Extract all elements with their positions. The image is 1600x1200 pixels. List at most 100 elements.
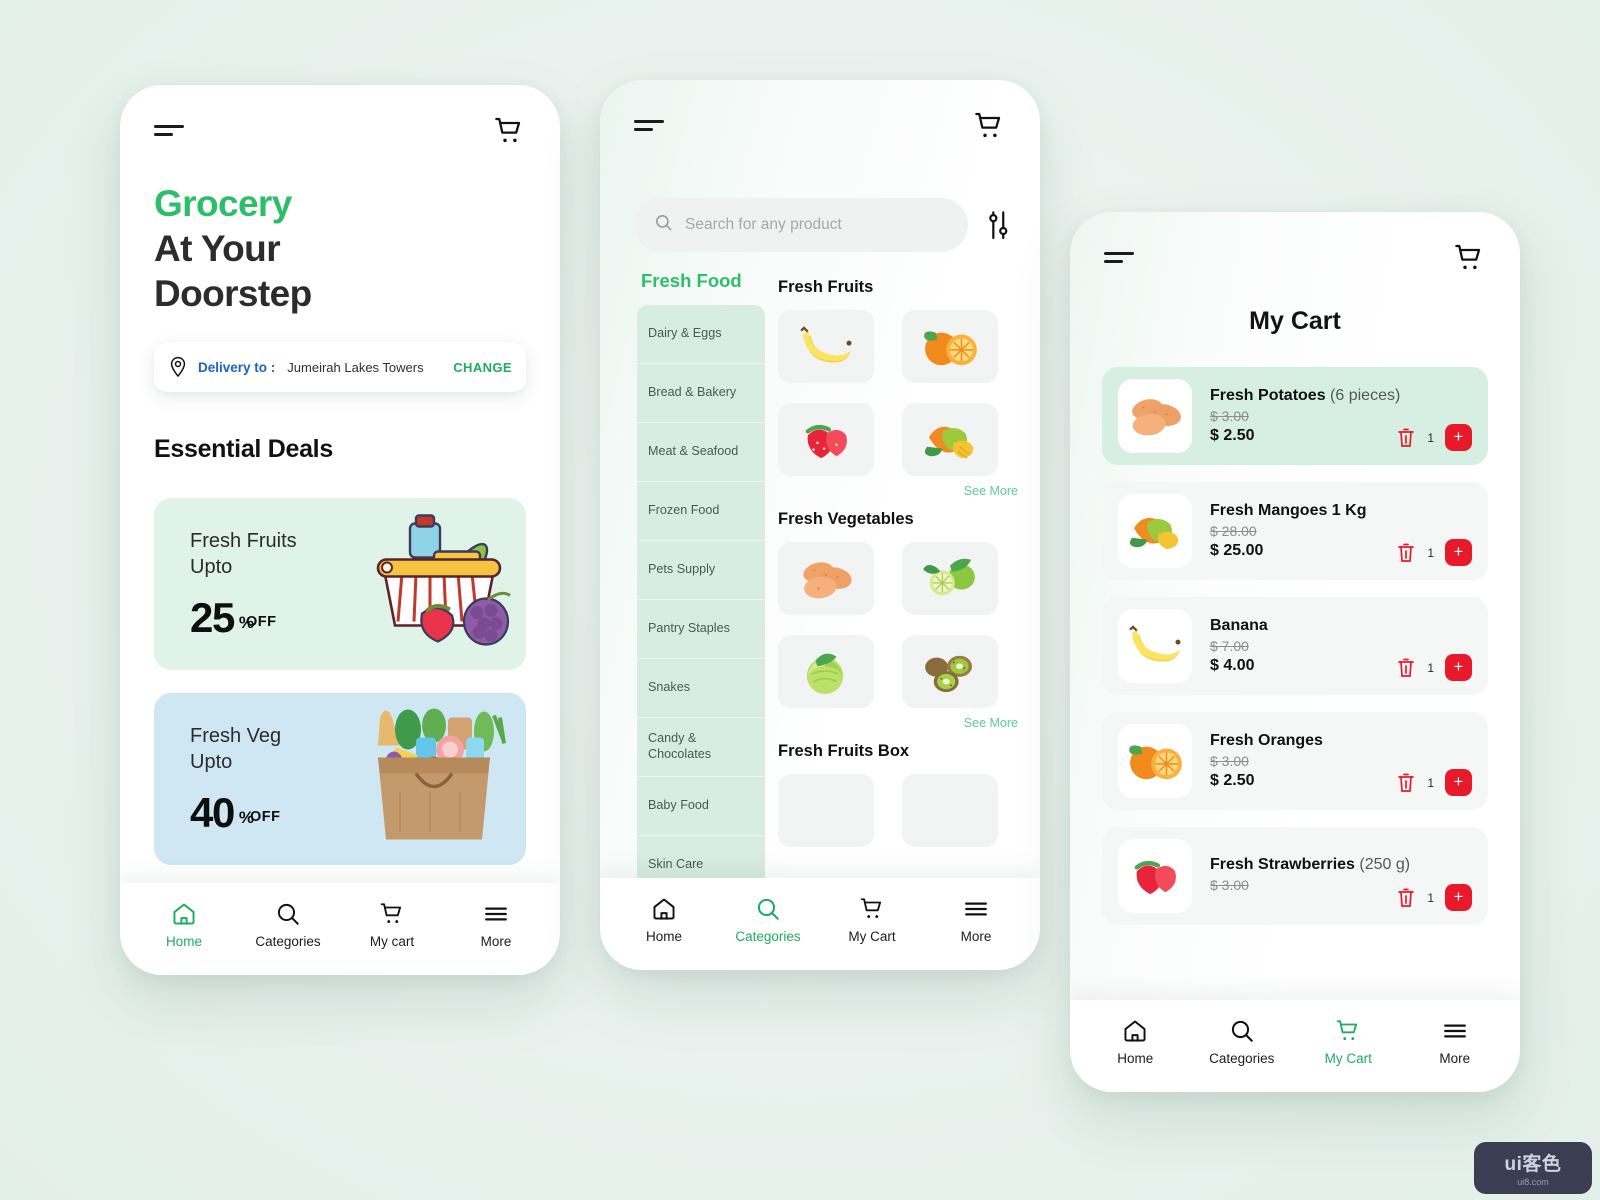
product-tile-mango[interactable] — [902, 403, 998, 476]
category-item[interactable]: Meat & Seafood — [637, 423, 765, 482]
product-sections: Fresh Fruits See More Fresh Vegetables S… — [778, 278, 1018, 890]
filter-sliders-icon[interactable] — [984, 210, 1012, 240]
headline-line3: Doorstep — [154, 273, 312, 315]
phone-screen-cart: My Cart Fresh Potatoes (6 pieces) $ 3.00… — [1070, 212, 1520, 1092]
categories-topbar — [600, 80, 1040, 172]
nav-item-my-cart[interactable]: My Cart — [829, 896, 915, 944]
grocery-basket-icon — [338, 512, 518, 657]
cart-row[interactable]: Fresh Strawberries (250 g) $ 3.00 1 + — [1102, 827, 1488, 925]
shopping-cart-icon[interactable] — [1452, 242, 1486, 274]
hamburger-menu-icon[interactable] — [634, 118, 664, 134]
nav-label: Categories — [1209, 1051, 1275, 1066]
nav-label: Home — [645, 929, 682, 944]
nav-item-more[interactable]: More — [1412, 1018, 1498, 1066]
nav-item-more[interactable]: More — [453, 901, 539, 949]
mockup-canvas: Grocery At Your Doorstep Delivery to : J… — [0, 0, 1600, 1200]
see-more-fresh-fruits[interactable]: See More — [778, 484, 1018, 498]
delivery-address-bar[interactable]: Delivery to : Jumeirah Lakes Towers CHAN… — [154, 342, 526, 392]
change-address-button[interactable]: CHANGE — [453, 360, 512, 375]
plus-icon[interactable]: + — [1445, 424, 1472, 451]
plus-icon[interactable]: + — [1445, 654, 1472, 681]
trash-icon[interactable] — [1396, 427, 1416, 449]
phone-screen-home: Grocery At Your Doorstep Delivery to : J… — [120, 85, 560, 975]
product-tile-banana[interactable] — [778, 310, 874, 383]
hamburger-menu-icon[interactable] — [154, 123, 184, 139]
cart-row[interactable]: Fresh Mangoes 1 Kg $ 28.00 $ 25.00 1 + — [1102, 482, 1488, 580]
nav-item-my-cart[interactable]: My Cart — [1305, 1018, 1391, 1066]
cart-item-old-price: $ 3.00 — [1210, 408, 1249, 424]
plus-icon[interactable]: + — [1445, 539, 1472, 566]
nav-item-categories[interactable]: Categories — [1199, 1018, 1285, 1066]
product-tile-lime[interactable] — [902, 542, 998, 615]
location-pin-icon — [168, 356, 188, 378]
watermark-badge: ui客色 ui8.com — [1474, 1142, 1592, 1194]
nav-item-categories[interactable]: Categories — [725, 896, 811, 944]
category-rail[interactable]: Dairy & Eggs Bread & Bakery Meat & Seafo… — [637, 305, 765, 890]
nav-label: My cart — [369, 934, 415, 949]
cart-item-name: Fresh Strawberries — [1210, 856, 1355, 873]
product-tile-kiwi[interactable] — [902, 635, 998, 708]
trash-icon[interactable] — [1396, 887, 1416, 909]
product-tile-orange[interactable] — [902, 310, 998, 383]
shopping-cart-icon[interactable] — [492, 115, 526, 147]
page-title: My Cart — [1249, 307, 1341, 335]
hamburger-menu-icon[interactable] — [1104, 250, 1134, 266]
product-tile-fruit-box[interactable] — [778, 774, 874, 847]
categories-bottom-nav: Home Categories My Cart More — [600, 878, 1040, 970]
mango-icon — [1118, 494, 1192, 568]
cart-item-quantity: 1 — [1427, 775, 1434, 790]
nav-label: Categories — [735, 929, 801, 944]
cart-item-qty-text: (250 g) — [1359, 856, 1411, 873]
category-item[interactable]: Bread & Bakery — [637, 364, 765, 423]
nav-item-home[interactable]: Home — [621, 896, 707, 944]
search-input[interactable]: Search for any product — [634, 198, 968, 252]
product-tile-fruit-box[interactable] — [902, 774, 998, 847]
shopping-cart-icon[interactable] — [972, 110, 1006, 142]
deal-card-fresh-fruits[interactable]: Fresh Fruits Upto 25 % OFF — [154, 498, 526, 670]
plus-icon[interactable]: + — [1445, 884, 1472, 911]
cart-item-name: Banana — [1210, 617, 1268, 634]
deal-card-fresh-veg[interactable]: Fresh Veg Upto 40 % OFF — [154, 693, 526, 865]
category-item[interactable]: Baby Food — [637, 777, 765, 836]
deal-percent: 25 — [190, 593, 235, 641]
nav-item-categories[interactable]: Categories — [245, 901, 331, 949]
product-tile-cabbage[interactable] — [778, 635, 874, 708]
cart-row[interactable]: Fresh Oranges $ 3.00 $ 2.50 1 + — [1102, 712, 1488, 810]
tab-fresh-food[interactable]: Fresh Food — [641, 270, 742, 292]
category-item[interactable]: Pantry Staples — [637, 600, 765, 659]
deal-name-line2: Upto — [190, 556, 233, 579]
cart-item-old-price: $ 3.00 — [1210, 753, 1249, 769]
nav-item-my-cart[interactable]: My cart — [349, 901, 435, 949]
delivery-label: Delivery to : — [198, 359, 276, 375]
trash-icon[interactable] — [1396, 542, 1416, 564]
nav-label: Categories — [255, 934, 321, 949]
cart-row[interactable]: Fresh Potatoes (6 pieces) $ 3.00 $ 2.50 … — [1102, 367, 1488, 465]
deal-percent: 40 — [190, 788, 235, 836]
deal-off-label: OFF — [250, 809, 281, 825]
trash-icon[interactable] — [1396, 657, 1416, 679]
category-item[interactable]: Frozen Food — [637, 482, 765, 541]
nav-label: More — [480, 934, 512, 949]
category-item[interactable]: Dairy & Eggs — [637, 305, 765, 364]
nav-item-home[interactable]: Home — [1092, 1018, 1178, 1066]
nav-item-home[interactable]: Home — [141, 901, 227, 949]
product-tile-potato[interactable] — [778, 542, 874, 615]
cart-row[interactable]: Banana $ 7.00 $ 4.00 1 + — [1102, 597, 1488, 695]
category-item[interactable]: Candy & Chocolates — [637, 718, 765, 777]
search-placeholder: Search for any product — [685, 216, 842, 233]
product-tile-strawberry[interactable] — [778, 403, 874, 476]
see-more-fresh-vegetables[interactable]: See More — [778, 716, 1018, 730]
cart-item-quantity: 1 — [1427, 430, 1434, 445]
cart-item-list[interactable]: Fresh Potatoes (6 pieces) $ 3.00 $ 2.50 … — [1102, 367, 1488, 1004]
trash-icon[interactable] — [1396, 772, 1416, 794]
watermark-title: ui客色 — [1504, 1154, 1562, 1175]
nav-item-more[interactable]: More — [933, 896, 1019, 944]
cart-item-price: $ 4.00 — [1210, 657, 1255, 674]
category-item[interactable]: Snakes — [637, 659, 765, 718]
section-title-fresh-fruits-box: Fresh Fruits Box — [778, 742, 910, 760]
category-item[interactable]: Pets Supply — [637, 541, 765, 600]
plus-icon[interactable]: + — [1445, 769, 1472, 796]
product-grid-fresh-fruits-box — [778, 774, 1018, 847]
cart-item-old-price: $ 7.00 — [1210, 638, 1249, 654]
deal-off-label: OFF — [246, 614, 277, 630]
